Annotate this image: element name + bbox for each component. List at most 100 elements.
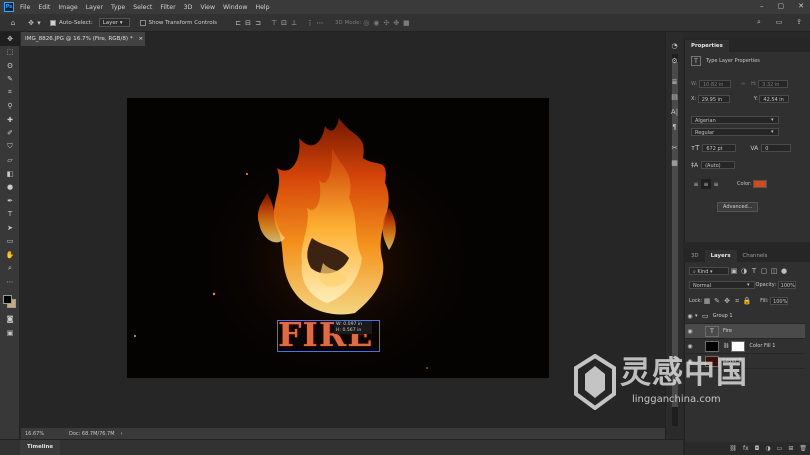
chevron-down-icon[interactable]: ▾: [771, 117, 774, 123]
filter-shape-icon[interactable]: ▢: [759, 266, 769, 276]
share-icon[interactable]: ⇪: [794, 17, 804, 27]
tab-3d[interactable]: 3D: [685, 250, 705, 262]
lock-all-icon[interactable]: 🔒: [742, 296, 752, 306]
fire-image[interactable]: FIRE W: 0.097 in H: 0.567 in: [127, 98, 549, 378]
canvas-area[interactable]: FIRE W: 0.097 in H: 0.567 in: [21, 46, 665, 428]
zoom-tool-icon[interactable]: ⌕: [0, 262, 20, 276]
menu-3d[interactable]: 3D: [184, 4, 193, 11]
tab-channels[interactable]: Channels: [737, 250, 774, 262]
lock-paint-icon[interactable]: ✎: [712, 296, 722, 306]
move-tool-icon[interactable]: ✥: [26, 18, 36, 28]
menu-edit[interactable]: Edit: [38, 4, 50, 11]
home-icon[interactable]: ⌂: [8, 18, 18, 28]
zoom-level[interactable]: 16.67%: [25, 431, 69, 437]
align-right-icon[interactable]: ⊐: [253, 18, 263, 28]
filter-toggle-icon[interactable]: ●: [779, 266, 789, 276]
layer-style-icon[interactable]: fx: [743, 445, 749, 452]
rectangle-tool-icon[interactable]: ▭: [0, 235, 20, 249]
status-chevron-icon[interactable]: ›: [121, 431, 123, 437]
gradient-tool-icon[interactable]: ◧: [0, 167, 20, 181]
tracking-field[interactable]: 0: [761, 144, 792, 152]
x-field[interactable]: 29.95 in: [697, 95, 730, 103]
adjustment-layer-icon[interactable]: ◑: [765, 445, 770, 452]
delete-layer-icon[interactable]: 🗑: [799, 445, 807, 452]
character-icon[interactable]: A|: [666, 104, 683, 119]
lasso-tool-icon[interactable]: ʘ: [0, 59, 20, 73]
path-selection-tool-icon[interactable]: ➤: [0, 221, 20, 235]
visibility-eye-icon[interactable]: ◉: [685, 328, 695, 335]
timeline-tab[interactable]: Timeline: [20, 440, 60, 455]
advanced-button[interactable]: Advanced...: [717, 202, 759, 212]
eyedropper-tool-icon[interactable]: ⚲: [0, 100, 20, 114]
menu-layer[interactable]: Layer: [86, 4, 103, 11]
marquee-tool-icon[interactable]: ⬚: [0, 46, 20, 60]
filter-adjustment-icon[interactable]: ◑: [739, 266, 749, 276]
chevron-down-icon[interactable]: ▾: [36, 18, 42, 28]
font-style-dropdown[interactable]: Regular: [691, 128, 779, 136]
more-options-icon[interactable]: ⋯: [315, 18, 325, 28]
filter-pixel-icon[interactable]: ▣: [729, 266, 739, 276]
blend-mode-dropdown[interactable]: Normal: [689, 281, 755, 289]
brushes-icon[interactable]: ✂: [666, 140, 683, 155]
menu-type[interactable]: Type: [111, 4, 125, 11]
menu-filter[interactable]: Filter: [160, 4, 175, 11]
history-icon[interactable]: ◔: [666, 38, 683, 53]
visibility-eye-icon[interactable]: ◉: [685, 343, 695, 350]
edit-toolbar-icon[interactable]: ⋯: [0, 275, 20, 289]
align-text-right-icon[interactable]: ≡: [711, 179, 721, 189]
layer-kind-dropdown[interactable]: ⌕ Kind ▾: [689, 267, 729, 275]
add-mask-icon[interactable]: ◘: [755, 445, 760, 452]
layer-row[interactable]: ◉ ▾ ▭ Group 1: [685, 309, 805, 324]
quick-select-tool-icon[interactable]: ✎: [0, 73, 20, 87]
quick-mask-icon[interactable]: ◙: [0, 313, 20, 327]
chevron-down-icon[interactable]: ▾: [771, 129, 774, 135]
menu-image[interactable]: Image: [58, 4, 77, 11]
menu-view[interactable]: View: [200, 4, 215, 11]
pen-tool-icon[interactable]: ✒: [0, 194, 20, 208]
auto-select-option[interactable]: Auto-Select:: [50, 19, 93, 26]
align-top-icon[interactable]: ⊤: [269, 18, 279, 28]
align-middle-icon[interactable]: ⊡: [279, 18, 289, 28]
align-text-left-icon[interactable]: ≡: [691, 179, 701, 189]
dodge-tool-icon[interactable]: ●: [0, 181, 20, 195]
brush-tool-icon[interactable]: ✐: [0, 127, 20, 141]
new-layer-icon[interactable]: ⊞: [788, 445, 793, 452]
libraries-icon[interactable]: ▤: [666, 89, 683, 104]
close-tab-icon[interactable]: ×: [138, 36, 143, 42]
properties-icon[interactable]: ≣: [666, 74, 683, 89]
tab-layers[interactable]: Layers: [704, 250, 737, 262]
align-text-center-icon[interactable]: ≡: [701, 179, 711, 189]
menu-select[interactable]: Select: [133, 4, 152, 11]
menu-window[interactable]: Window: [223, 4, 247, 11]
visibility-eye-icon[interactable]: ◉: [685, 313, 695, 320]
screen-mode-icon[interactable]: ▣: [0, 326, 20, 340]
link-layers-icon[interactable]: ⛓: [729, 445, 737, 452]
new-group-icon[interactable]: ▭: [777, 445, 783, 452]
filter-type-icon[interactable]: T: [749, 266, 759, 276]
workspace-icon[interactable]: ▭: [774, 17, 784, 27]
tab-properties[interactable]: Properties: [685, 40, 729, 52]
crop-tool-icon[interactable]: ⌗: [0, 86, 20, 100]
font-size-field[interactable]: 672 pt: [702, 144, 737, 152]
menu-help[interactable]: Help: [255, 4, 269, 11]
clone-stamp-tool-icon[interactable]: ⛉: [0, 140, 20, 154]
paragraph-icon[interactable]: ¶: [666, 119, 683, 134]
height-field[interactable]: 3.32 in: [758, 80, 789, 88]
layer-row[interactable]: ◉ T Fire: [685, 324, 805, 339]
hand-tool-icon[interactable]: ✋: [0, 248, 20, 262]
expand-chevron-icon[interactable]: ▾: [695, 313, 702, 319]
auto-select-checkbox[interactable]: [50, 19, 56, 26]
width-field[interactable]: 10.82 in: [698, 80, 731, 88]
foreground-color-swatch[interactable]: [3, 294, 12, 304]
align-left-icon[interactable]: ⊏: [233, 18, 243, 28]
y-field[interactable]: 42.54 in: [759, 95, 790, 103]
fill-field[interactable]: 100%: [770, 297, 789, 305]
align-center-icon[interactable]: ⊟: [243, 18, 253, 28]
document-tab[interactable]: IMG_8826.JPG @ 16.7% (Fire, RGB/8) * ×: [21, 32, 145, 46]
align-bottom-icon[interactable]: ⊥: [289, 18, 299, 28]
show-transform-option[interactable]: Show Transform Controls: [139, 19, 217, 26]
lock-position-icon[interactable]: ✥: [722, 296, 732, 306]
minimize-icon[interactable]: –: [760, 2, 764, 10]
distribute-icon[interactable]: ⋮: [305, 18, 315, 28]
chevron-down-icon[interactable]: ▾: [747, 282, 750, 288]
